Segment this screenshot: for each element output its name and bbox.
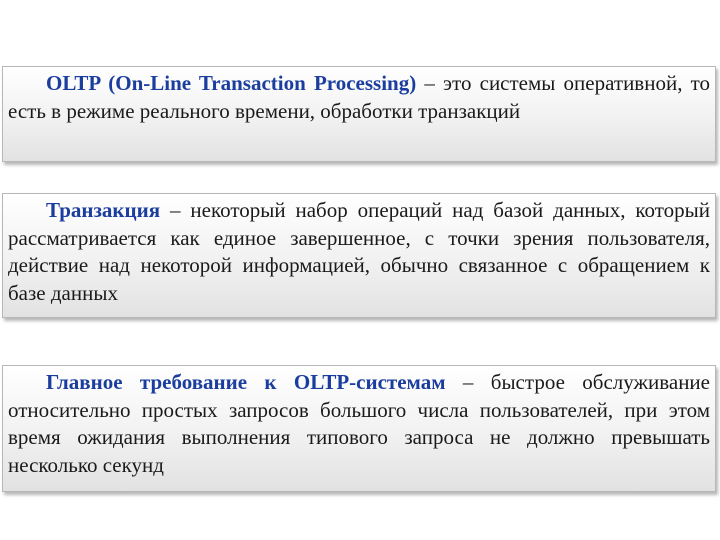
requirement-term: Главное требование к OLTP-системам xyxy=(46,370,446,394)
transaction-term: Транзакция xyxy=(46,198,161,222)
oltp-term: OLTP (On-Line Transaction Processing) xyxy=(46,71,417,95)
transaction-definition-paragraph: Транзакция – некоторый набор операций на… xyxy=(8,197,710,307)
oltp-requirement-box: Главное требование к OLTP-системам – быс… xyxy=(2,365,716,492)
slide-number xyxy=(694,6,712,26)
oltp-definition-box: OLTP (On-Line Transaction Processing) – … xyxy=(2,66,716,162)
oltp-definition-paragraph: OLTP (On-Line Transaction Processing) – … xyxy=(8,70,710,125)
transaction-definition-box: Транзакция – некоторый набор операций на… xyxy=(2,193,716,318)
oltp-requirement-paragraph: Главное требование к OLTP-системам – быс… xyxy=(8,369,710,479)
